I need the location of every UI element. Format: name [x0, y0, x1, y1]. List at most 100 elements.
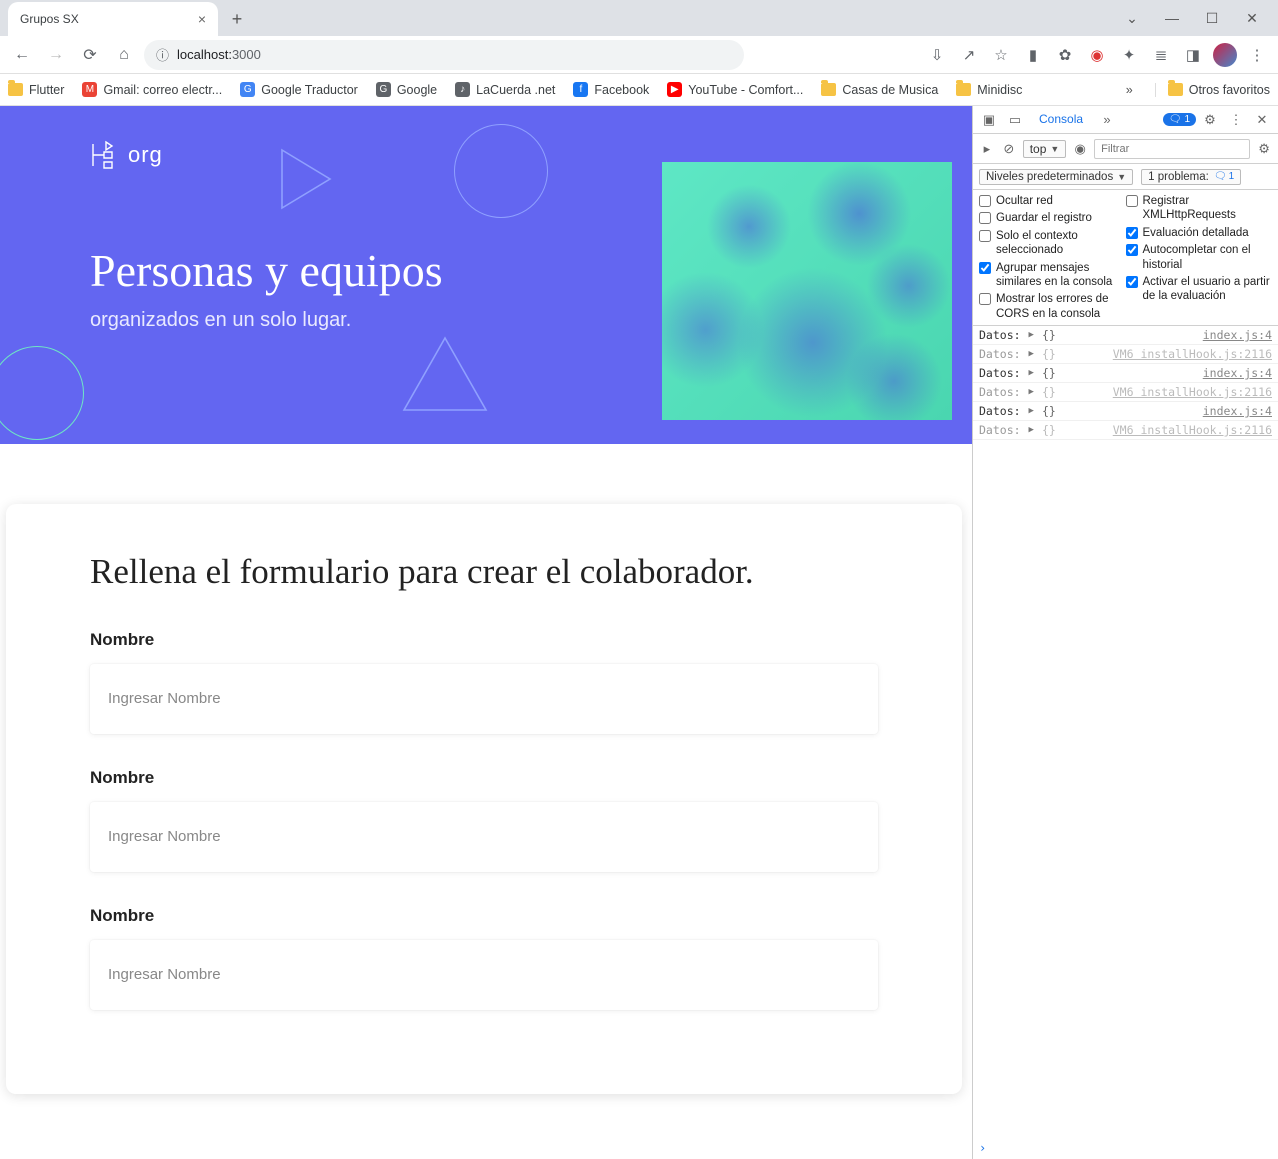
extensions-puzzle-icon[interactable]: ✦ — [1116, 42, 1142, 68]
other-bookmarks[interactable]: Otros favoritos — [1155, 83, 1270, 97]
profile-avatar[interactable] — [1212, 42, 1238, 68]
window-minimize-icon[interactable]: ― — [1152, 4, 1192, 32]
extension-icon-1[interactable]: ✿ — [1052, 42, 1078, 68]
reload-button[interactable]: ⟳ — [76, 41, 104, 69]
more-tabs-icon[interactable]: » — [1095, 108, 1119, 132]
bookmark-item[interactable]: fFacebook — [573, 82, 649, 97]
log-levels-selector[interactable]: Niveles predeterminados ▼ — [979, 169, 1133, 185]
name-input[interactable] — [90, 940, 878, 1010]
console-setting-checkbox[interactable]: Registrar XMLHttpRequests — [1126, 194, 1273, 223]
site-info-icon[interactable]: ⓘ — [156, 45, 169, 64]
sidebar-toggle-icon[interactable]: ▸ — [979, 138, 995, 160]
live-expression-icon[interactable]: ◉ — [1072, 138, 1088, 160]
console-log-line[interactable]: Datos:▶{}VM6 installHook.js:2116 — [973, 345, 1278, 364]
bookmark-item[interactable]: GGoogle Traductor — [240, 82, 358, 97]
console-setting-checkbox[interactable]: Guardar el registro — [979, 211, 1126, 225]
bookmarks-overflow-icon[interactable]: » — [1122, 83, 1137, 97]
console-setting-checkbox[interactable]: Solo el contexto seleccionado — [979, 229, 1126, 258]
checkbox[interactable] — [979, 262, 991, 274]
console-setting-checkbox[interactable]: Agrupar mensajes similares en la consola — [979, 261, 1126, 290]
expand-arrow-icon[interactable]: ▶ — [1029, 330, 1034, 340]
log-source-link[interactable]: index.js:4 — [1203, 404, 1272, 418]
frame-selector[interactable]: top ▼ — [1023, 140, 1067, 158]
console-filter-input[interactable] — [1094, 139, 1250, 159]
bookmark-item[interactable]: Casas de Musica — [821, 83, 938, 97]
checkbox[interactable] — [979, 212, 991, 224]
console-setting-checkbox[interactable]: Mostrar los errores de CORS en la consol… — [979, 292, 1126, 321]
name-input[interactable] — [90, 802, 878, 872]
browser-tab[interactable]: Grupos SX × — [8, 2, 218, 36]
console-log-line[interactable]: Datos:▶{}VM6 installHook.js:2116 — [973, 383, 1278, 402]
problems-badge[interactable]: 1 problema: 🗨 1 — [1141, 169, 1241, 185]
menu-kebab-icon[interactable]: ⋮ — [1244, 42, 1270, 68]
decorative-triangle-icon — [278, 146, 334, 212]
console-log-line[interactable]: Datos:▶{}VM6 installHook.js:2116 — [973, 421, 1278, 440]
expand-arrow-icon[interactable]: ▶ — [1029, 387, 1034, 397]
name-input[interactable] — [90, 664, 878, 734]
expand-arrow-icon[interactable]: ▶ — [1029, 368, 1034, 378]
checkbox[interactable] — [1126, 227, 1138, 239]
inspect-element-icon[interactable]: ▣ — [977, 108, 1001, 132]
checkbox[interactable] — [1126, 195, 1138, 207]
settings-gear-icon[interactable]: ⚙ — [1198, 108, 1222, 132]
bookmark-item[interactable]: ♪LaCuerda .net — [455, 82, 555, 97]
window-close-icon[interactable]: ✕ — [1232, 4, 1272, 32]
logo-mark-icon — [90, 140, 116, 170]
checkbox-label: Agrupar mensajes similares en la consola — [996, 261, 1126, 290]
log-source-link[interactable]: index.js:4 — [1203, 328, 1272, 342]
bookmark-item[interactable]: GGoogle — [376, 82, 437, 97]
issues-badge[interactable]: 🗨 1 — [1163, 113, 1196, 126]
bookmark-label: Google Traductor — [261, 83, 358, 97]
log-source-link[interactable]: index.js:4 — [1203, 366, 1272, 380]
clear-console-icon[interactable]: ⊘ — [1001, 138, 1017, 160]
devtools-menu-icon[interactable]: ⋮ — [1224, 108, 1248, 132]
window-dropdown-icon[interactable]: ⌄ — [1112, 4, 1152, 32]
window-maximize-icon[interactable]: ☐ — [1192, 4, 1232, 32]
log-source-link[interactable]: VM6 installHook.js:2116 — [1113, 385, 1272, 399]
expand-arrow-icon[interactable]: ▶ — [1029, 406, 1034, 416]
hero-image — [662, 162, 952, 420]
console-log-line[interactable]: Datos:▶{}index.js:4 — [973, 402, 1278, 421]
close-tab-icon[interactable]: × — [198, 11, 206, 27]
console-setting-checkbox[interactable]: Ocultar red — [979, 194, 1126, 208]
form-title: Rellena el formulario para crear el cola… — [90, 550, 878, 594]
console-setting-checkbox[interactable]: Autocompletar con el historial — [1126, 243, 1273, 272]
field-label: Nombre — [90, 768, 878, 788]
new-tab-button[interactable]: + — [224, 6, 250, 32]
tab-console[interactable]: Consola — [1029, 108, 1093, 132]
bookmark-item[interactable]: ▶YouTube - Comfort... — [667, 82, 803, 97]
address-bar[interactable]: ⓘ localhost:3000 — [144, 40, 744, 70]
battery-icon[interactable]: ▮ — [1020, 42, 1046, 68]
install-app-icon[interactable]: ⇩ — [924, 42, 950, 68]
reading-list-icon[interactable]: ≣ — [1148, 42, 1174, 68]
console-settings-gear-icon[interactable]: ⚙ — [1256, 138, 1272, 160]
home-button[interactable]: ⌂ — [110, 41, 138, 69]
folder-icon — [956, 83, 971, 96]
close-devtools-icon[interactable]: ✕ — [1250, 108, 1274, 132]
back-button[interactable]: ← — [8, 41, 36, 69]
expand-arrow-icon[interactable]: ▶ — [1029, 425, 1034, 435]
checkbox[interactable] — [979, 293, 991, 305]
console-prompt[interactable]: › — [973, 1137, 1278, 1159]
checkbox[interactable] — [979, 195, 991, 207]
forward-button[interactable]: → — [42, 41, 70, 69]
log-source-link[interactable]: VM6 installHook.js:2116 — [1113, 347, 1272, 361]
bookmark-item[interactable]: Minidisc — [956, 83, 1022, 97]
share-icon[interactable]: ↗ — [956, 42, 982, 68]
expand-arrow-icon[interactable]: ▶ — [1029, 349, 1034, 359]
checkbox[interactable] — [979, 230, 991, 242]
bookmark-item[interactable]: MGmail: correo electr... — [82, 82, 222, 97]
log-source-link[interactable]: VM6 installHook.js:2116 — [1113, 423, 1272, 437]
console-log-line[interactable]: Datos:▶{}index.js:4 — [973, 364, 1278, 383]
console-settings-panel: Ocultar red Guardar el registro Solo el co… — [973, 190, 1278, 326]
bookmark-star-icon[interactable]: ☆ — [988, 42, 1014, 68]
bookmark-item[interactable]: Flutter — [8, 83, 64, 97]
console-log-line[interactable]: Datos:▶{}index.js:4 — [973, 326, 1278, 345]
console-setting-checkbox[interactable]: Evaluación detallada — [1126, 226, 1273, 240]
device-toolbar-icon[interactable]: ▭ — [1003, 108, 1027, 132]
sidepanel-icon[interactable]: ◨ — [1180, 42, 1206, 68]
checkbox[interactable] — [1126, 276, 1138, 288]
checkbox[interactable] — [1126, 244, 1138, 256]
extension-icon-2[interactable]: ◉ — [1084, 42, 1110, 68]
console-setting-checkbox[interactable]: Activar el usuario a partir de la evalua… — [1126, 275, 1273, 304]
